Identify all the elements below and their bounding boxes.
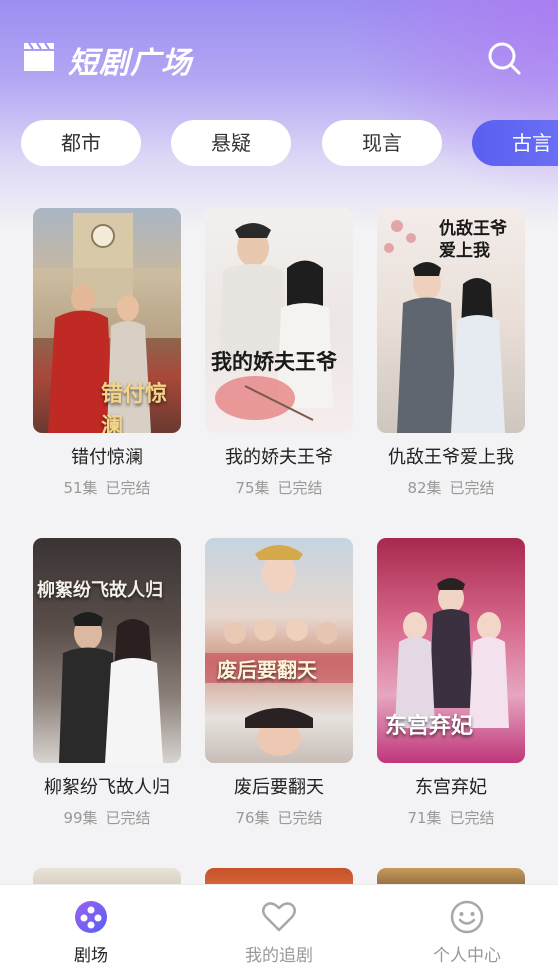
- drama-poster[interactable]: 废后要翻天: [205, 538, 353, 763]
- drama-card[interactable]: 东宫弃妃 东宫弃妃 71集 已完结: [377, 538, 525, 828]
- drama-card[interactable]: 废后要翻天 废后要翻天 76集 已完结: [205, 538, 353, 828]
- drama-card[interactable]: 我的娇夫王爷 我的娇夫王爷 75集 已完结: [205, 208, 353, 498]
- drama-poster[interactable]: 我的娇夫王爷: [205, 208, 353, 433]
- drama-status: 已完结: [105, 809, 151, 827]
- category-chip[interactable]: 都市: [21, 120, 141, 166]
- drama-meta: 71集 已完结: [377, 807, 525, 828]
- tab-label: 剧场: [74, 946, 108, 966]
- drama-poster[interactable]: 错付惊澜: [33, 208, 181, 433]
- drama-status: 已完结: [449, 809, 495, 827]
- heart-icon: [262, 902, 296, 932]
- drama-poster[interactable]: 仇敌王爷爱上我: [377, 208, 525, 433]
- category-tabs: 都市 悬疑 现言 古言: [0, 120, 558, 166]
- poster-title: 废后要翻天: [217, 658, 317, 682]
- episode-count: 82集: [407, 479, 442, 497]
- smiley-icon: [450, 900, 484, 934]
- theater-icon: [75, 901, 107, 933]
- tab-theater[interactable]: 剧场: [0, 885, 184, 971]
- poster-title: 错付惊澜: [101, 381, 168, 433]
- drama-poster[interactable]: 东宫弃妃: [377, 538, 525, 763]
- tab-label: 个人中心: [433, 946, 501, 966]
- poster-title: 仇敌王爷爱上我: [439, 219, 507, 261]
- tab-profile[interactable]: 个人中心: [374, 885, 558, 971]
- drama-card[interactable]: 柳絮纷飞故人归 柳絮纷飞故人归 99集 已完结: [33, 538, 181, 828]
- search-icon[interactable]: [486, 40, 522, 76]
- drama-status: 已完结: [105, 479, 151, 497]
- drama-title: 废后要翻天: [234, 777, 324, 798]
- poster-title: 东宫弃妃: [385, 713, 474, 739]
- drama-title: 东宫弃妃: [415, 777, 487, 798]
- drama-title: 仇敌王爷爱上我: [388, 447, 514, 468]
- episode-count: 76集: [235, 809, 270, 827]
- episode-count: 75集: [235, 479, 270, 497]
- drama-card[interactable]: 仇敌王爷爱上我 仇敌王爷爱上我 82集 已完结: [377, 208, 525, 498]
- bottom-tab-bar: 剧场 我的追剧 个人中心: [0, 884, 558, 971]
- drama-title: 柳絮纷飞故人归: [44, 777, 170, 798]
- clapperboard-icon: [24, 42, 54, 71]
- poster-art: [215, 223, 333, 421]
- drama-poster[interactable]: 柳絮纷飞故人归: [33, 538, 181, 763]
- app-header: 短剧广场: [0, 0, 558, 115]
- poster-title: 柳絮纷飞故人归: [37, 580, 163, 601]
- category-chip[interactable]: 现言: [322, 120, 442, 166]
- drama-status: 已完结: [449, 479, 495, 497]
- poster-title: 我的娇夫王爷: [211, 349, 337, 374]
- drama-status: 已完结: [277, 809, 323, 827]
- category-chip-active[interactable]: 古言: [472, 120, 558, 166]
- category-chip[interactable]: 悬疑: [171, 120, 291, 166]
- drama-status: 已完结: [277, 479, 323, 497]
- drama-card[interactable]: 错付惊澜 错付惊澜 51集 已完结: [33, 208, 181, 498]
- poster-art: [59, 612, 163, 763]
- drama-meta: 51集 已完结: [33, 477, 181, 498]
- episode-count: 99集: [63, 809, 98, 827]
- drama-meta: 99集 已完结: [33, 807, 181, 828]
- tab-label: 我的追剧: [245, 946, 313, 966]
- drama-title: 我的娇夫王爷: [225, 447, 333, 468]
- drama-meta: 75集 已完结: [205, 477, 353, 498]
- page-title: 短剧广场: [68, 46, 192, 81]
- episode-count: 71集: [407, 809, 442, 827]
- tab-my-dramas[interactable]: 我的追剧: [186, 885, 372, 971]
- episode-count: 51集: [63, 479, 98, 497]
- poster-art: [205, 545, 353, 756]
- drama-meta: 76集 已完结: [205, 807, 353, 828]
- drama-meta: 82集 已完结: [377, 477, 525, 498]
- drama-title: 错付惊澜: [71, 447, 143, 468]
